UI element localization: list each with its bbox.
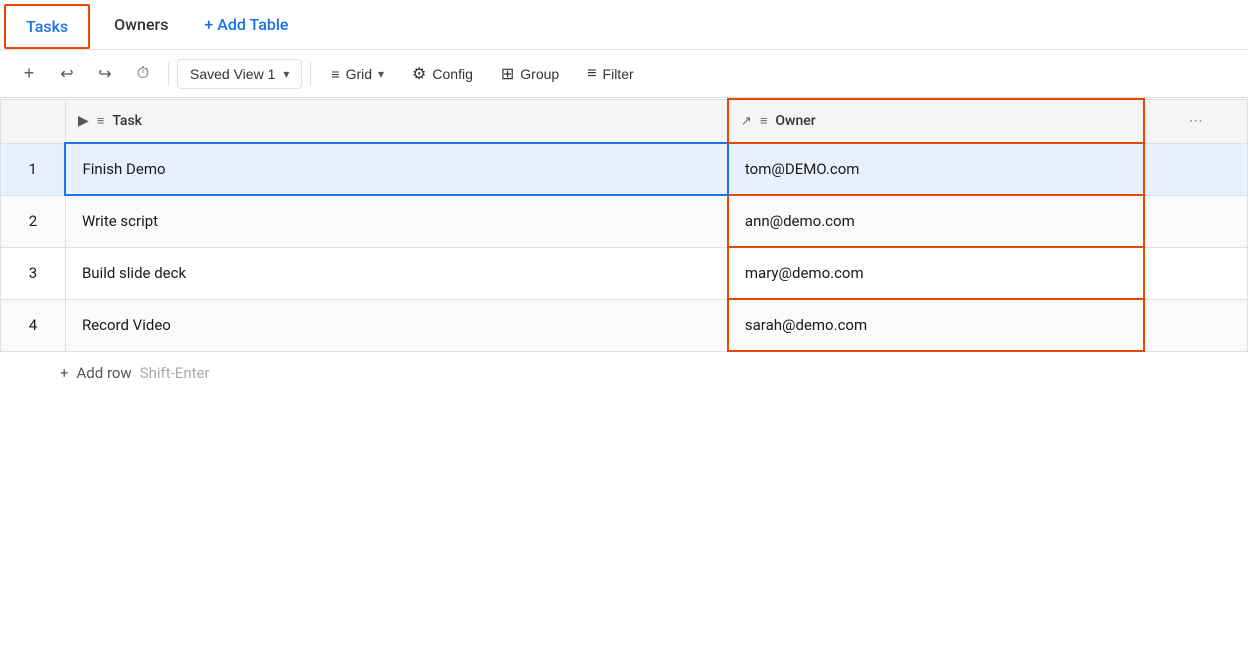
row-number: 1 xyxy=(29,160,37,178)
task-cell-2[interactable]: Write script xyxy=(65,195,727,247)
group-label: Group xyxy=(520,66,559,82)
col-header-owner[interactable]: ↗ ≡ Owner xyxy=(728,99,1144,143)
row-number: 3 xyxy=(29,264,37,282)
tab-owners-label: Owners xyxy=(114,15,168,34)
toolbar-divider-2 xyxy=(310,62,311,86)
group-icon: ⊞ xyxy=(501,64,514,84)
owner-col-label: Owner xyxy=(775,113,815,129)
tab-owners[interactable]: Owners xyxy=(94,0,188,49)
owner-value-1: tom@DEMO.com xyxy=(745,160,860,178)
col-header-task[interactable]: ▶ ≡ Task xyxy=(65,99,727,143)
extra-cell-2 xyxy=(1144,195,1248,247)
filter-icon: ≡ xyxy=(587,65,596,83)
grid-view-button[interactable]: ≡ Grid ▾ xyxy=(319,60,396,88)
chevron-down-icon: ▾ xyxy=(283,67,289,81)
grid-icon: ≡ xyxy=(331,66,339,82)
row-number: 4 xyxy=(29,316,37,334)
task-cell-3[interactable]: Build slide deck xyxy=(65,247,727,299)
plus-icon: + xyxy=(24,63,35,84)
add-table-label: + Add Table xyxy=(204,15,288,34)
task-col-bolt-icon: ▶ xyxy=(78,113,89,129)
table-row[interactable]: 4 Record Video sarah@demo.com xyxy=(1,299,1248,351)
task-value-4: Record Video xyxy=(82,316,171,334)
col-header-extra: ⋯ xyxy=(1144,99,1248,143)
owner-value-3: mary@demo.com xyxy=(745,264,864,282)
grid-label: Grid xyxy=(346,66,372,82)
row-num-2: 2 xyxy=(1,195,66,247)
history-button[interactable]: ⏱ xyxy=(126,57,160,91)
tab-bar: Tasks Owners + Add Table xyxy=(0,0,1248,50)
redo-icon: ↪ xyxy=(98,64,111,84)
task-value-1: Finish Demo xyxy=(82,160,165,178)
extra-cell-1 xyxy=(1144,143,1248,195)
filter-label: Filter xyxy=(603,66,634,82)
add-button[interactable]: + xyxy=(12,57,46,91)
row-num-4: 4 xyxy=(1,299,66,351)
add-row-shortcut: Shift-Enter xyxy=(140,364,210,382)
owner-cell-2[interactable]: ann@demo.com xyxy=(728,195,1144,247)
add-row-button[interactable]: + Add row Shift-Enter xyxy=(0,352,1248,394)
add-table-button[interactable]: + Add Table xyxy=(188,15,304,34)
owner-value-2: ann@demo.com xyxy=(745,212,855,230)
extra-cell-3 xyxy=(1144,247,1248,299)
row-num-3: 3 xyxy=(1,247,66,299)
table-row[interactable]: 2 Write script ann@demo.com xyxy=(1,195,1248,247)
grid-chevron-icon: ▾ xyxy=(378,67,384,81)
row-num-1: 1 xyxy=(1,143,66,195)
table-header-row: ▶ ≡ Task ↗ ≡ Owner ⋯ xyxy=(1,99,1248,143)
config-label: Config xyxy=(432,66,472,82)
add-row-label: Add row xyxy=(77,364,132,382)
task-value-3: Build slide deck xyxy=(82,264,186,282)
owner-cell-3[interactable]: mary@demo.com xyxy=(728,247,1144,299)
grid-table: ▶ ≡ Task ↗ ≡ Owner ⋯ xyxy=(0,98,1248,352)
add-row-plus-icon: + xyxy=(60,364,69,382)
history-icon: ⏱ xyxy=(137,65,149,83)
task-cell-4[interactable]: Record Video xyxy=(65,299,727,351)
group-button[interactable]: ⊞ Group xyxy=(489,58,571,90)
filter-button[interactable]: ≡ Filter xyxy=(575,59,645,89)
config-button[interactable]: ⚙ Config xyxy=(400,58,485,90)
toolbar-divider xyxy=(168,62,169,86)
tab-tasks-label: Tasks xyxy=(26,17,68,36)
extra-cell-4 xyxy=(1144,299,1248,351)
task-cell-1[interactable]: Finish Demo xyxy=(65,143,727,195)
table-row[interactable]: 3 Build slide deck mary@demo.com xyxy=(1,247,1248,299)
undo-icon: ↩ xyxy=(60,64,73,84)
row-number: 2 xyxy=(29,212,37,230)
task-col-menu-icon: ≡ xyxy=(97,113,105,129)
owner-value-4: sarah@demo.com xyxy=(745,316,867,334)
config-icon: ⚙ xyxy=(412,64,426,84)
toolbar: + ↩ ↪ ⏱ Saved View 1 ▾ ≡ Grid ▾ ⚙ Config… xyxy=(0,50,1248,98)
saved-view-label: Saved View 1 xyxy=(190,66,275,82)
undo-button[interactable]: ↩ xyxy=(50,57,84,91)
col-header-rownum xyxy=(1,99,66,143)
owner-col-arrow-icon: ↗ xyxy=(741,114,752,129)
tab-tasks[interactable]: Tasks xyxy=(4,4,90,49)
owner-cell-1[interactable]: tom@DEMO.com xyxy=(728,143,1144,195)
table-row[interactable]: 1 Finish Demo tom@DEMO.com xyxy=(1,143,1248,195)
table-container: ▶ ≡ Task ↗ ≡ Owner ⋯ xyxy=(0,98,1248,352)
owner-cell-4[interactable]: sarah@demo.com xyxy=(728,299,1144,351)
task-col-label: Task xyxy=(112,113,142,129)
redo-button[interactable]: ↪ xyxy=(88,57,122,91)
extra-col-dots-icon: ⋯ xyxy=(1189,113,1203,129)
task-value-2: Write script xyxy=(82,212,158,230)
saved-view-dropdown[interactable]: Saved View 1 ▾ xyxy=(177,59,302,89)
owner-col-menu-icon: ≡ xyxy=(760,113,768,129)
